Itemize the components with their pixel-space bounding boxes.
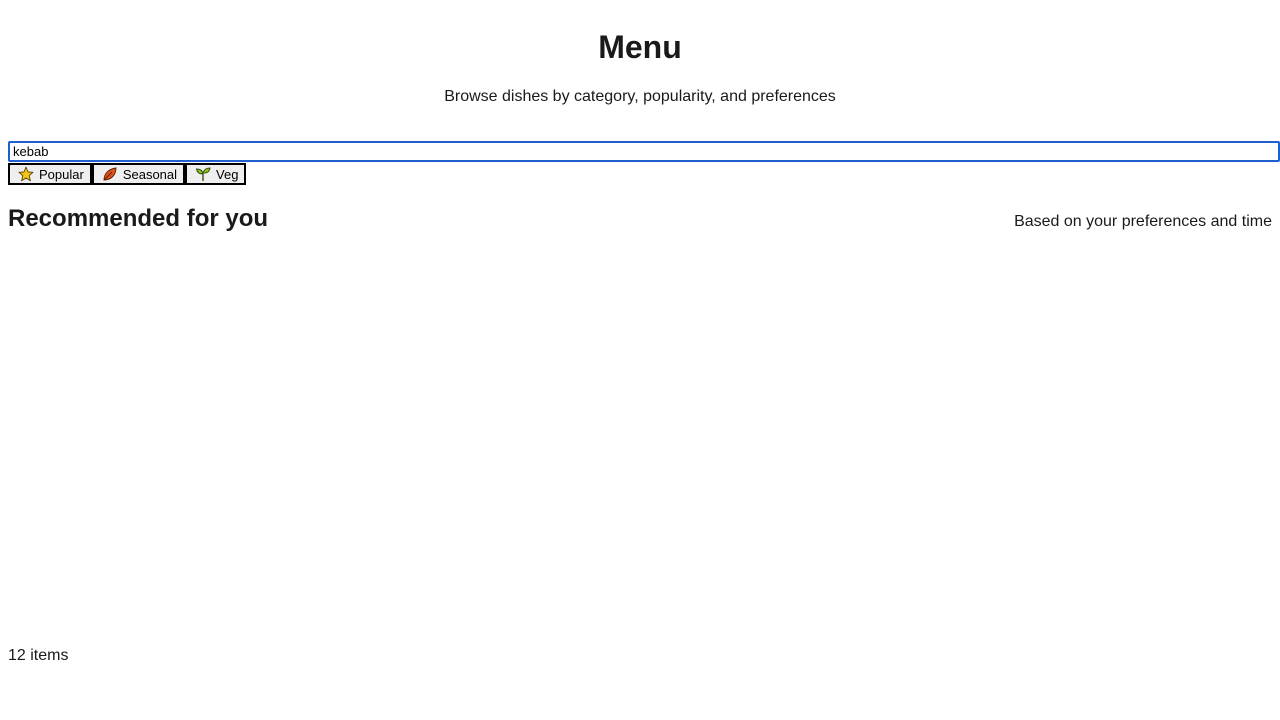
sprout-icon — [195, 167, 211, 181]
search-input[interactable] — [8, 141, 1280, 162]
page-title: Menu — [598, 29, 682, 65]
item-count: 12 items — [8, 647, 69, 664]
filter-veg-button[interactable]: Veg — [185, 163, 247, 185]
star-icon — [18, 166, 34, 182]
page-header: Menu Browse dishes by category, populari… — [0, 0, 1280, 108]
filter-popular-label: Popular — [39, 166, 84, 182]
recommended-note: Based on your preferences and time — [1014, 213, 1272, 230]
filter-chips: Popular Seasonal Veg — [8, 163, 247, 185]
recommended-list — [8, 244, 1272, 624]
filter-veg-label: Veg — [216, 166, 239, 182]
filter-seasonal-button[interactable]: Seasonal — [91, 163, 186, 185]
page-subtitle: Browse dishes by category, popularity, a… — [444, 88, 836, 105]
leaf-icon — [103, 167, 117, 181]
filter-popular-button[interactable]: Popular — [8, 163, 92, 185]
filter-seasonal-label: Seasonal — [122, 166, 178, 182]
recommended-heading: Recommended for you — [8, 205, 269, 232]
menu-page: Menu Browse dishes by category, populari… — [0, 0, 1280, 720]
